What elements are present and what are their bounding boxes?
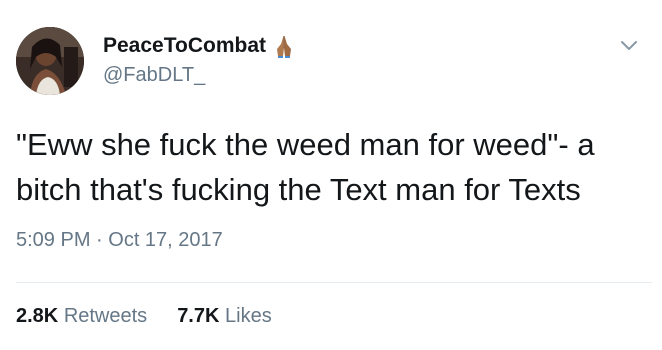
display-name-row: PeaceToCombat	[103, 33, 296, 59]
retweets-label: Retweets	[63, 305, 148, 327]
tweet-timestamp[interactable]: 5:09 PM · Oct 17, 2017	[16, 229, 223, 252]
avatar[interactable]	[16, 27, 84, 95]
tweet-card: PeaceToCombat @FabDLT_ "Eww she fuck the…	[0, 0, 662, 350]
avatar-image	[16, 27, 84, 95]
display-name[interactable]: PeaceToCombat	[103, 34, 266, 58]
likes-count: 7.7K	[177, 305, 220, 327]
divider	[16, 282, 652, 283]
likes-stat[interactable]: 7.7K Likes	[177, 305, 272, 328]
folded-hands-icon	[272, 34, 296, 58]
tweet-stats: 2.8K Retweets 7.7K Likes	[16, 305, 302, 328]
retweets-count: 2.8K	[16, 305, 59, 327]
retweets-stat[interactable]: 2.8K Retweets	[16, 305, 147, 328]
tweet-text: "Eww she fuck the weed man for weed"- a …	[16, 127, 595, 207]
chevron-down-icon[interactable]	[617, 36, 641, 56]
likes-label: Likes	[225, 305, 272, 327]
user-handle[interactable]: @FabDLT_	[103, 64, 205, 87]
